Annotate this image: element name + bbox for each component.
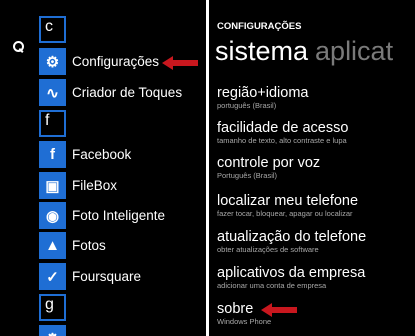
settings-item-aplicativos-da-empresa[interactable]: aplicativos da empresa adicionar uma con… — [217, 265, 413, 291]
letter-g: g — [45, 296, 54, 313]
page-header: CONFIGURAÇÕES — [217, 21, 302, 32]
filebox-app-icon[interactable]: ▣ — [39, 172, 66, 199]
settings-item-subtitle: Windows Phone — [217, 317, 272, 326]
pivot-header: sistema aplicat — [215, 36, 393, 67]
app-label-filebox[interactable]: FileBox — [72, 178, 117, 193]
ringtone-maker-app-icon[interactable]: ∿ — [39, 79, 66, 106]
settings-item-atualizacao-do-telefone[interactable]: atualização do telefone obter atualizaçõ… — [217, 229, 413, 255]
pivot-tab-aplicativos[interactable]: aplicat — [315, 36, 393, 66]
sound-wave-icon: ∿ — [46, 84, 59, 102]
settings-app-icon[interactable]: ⚙ — [39, 48, 66, 75]
settings-item-subtitle: português (Brasil) — [217, 101, 277, 110]
settings-item-facilidade-de-acesso[interactable]: facilidade de acesso tamanho de texto, a… — [217, 120, 413, 146]
app-label-facebook[interactable]: Facebook — [72, 147, 131, 162]
search-icon[interactable] — [13, 41, 24, 52]
red-arrow-icon — [162, 56, 198, 70]
settings-item-subtitle: obter atualizações de software — [217, 245, 319, 254]
letter-f: f — [45, 112, 50, 129]
app-label-foursquare[interactable]: Foursquare — [72, 269, 141, 284]
settings-item-title: sobre — [217, 301, 254, 317]
red-arrow-icon — [261, 303, 297, 317]
photos-icon: ▲ — [45, 237, 60, 254]
settings-item-title: região+idioma — [217, 85, 309, 101]
smart-photo-app-icon[interactable]: ◉ — [39, 202, 66, 229]
settings-item-title: aplicativos da empresa — [217, 265, 366, 281]
settings-item-title: facilidade de acesso — [217, 120, 349, 136]
settings-item-title: controle por voz — [217, 155, 321, 171]
facebook-app-icon[interactable]: f — [39, 141, 66, 168]
letter-c: c — [45, 18, 53, 35]
app-label-foto-inteligente[interactable]: Foto Inteligente — [72, 208, 165, 223]
gear-icon: ⚙ — [39, 325, 66, 336]
pivot-tab-sistema[interactable]: sistema — [215, 36, 308, 66]
gear-icon: ⚙ — [45, 53, 60, 71]
partial-app-icon[interactable]: ⚙ — [39, 325, 66, 336]
settings-item-subtitle: Português (Brasil) — [217, 171, 278, 180]
settings-item-subtitle: tamanho de texto, alto contraste e lupa — [217, 136, 347, 145]
letter-tile-g[interactable]: g — [39, 294, 66, 321]
settings-item-localizar-meu-telefone[interactable]: localizar meu telefone fazer tocar, bloq… — [217, 193, 413, 219]
settings-item-subtitle: fazer tocar, bloquear, apagar ou localiz… — [217, 209, 353, 218]
app-list-panel: c ⚙ Configurações ∿ Criador de Toques f … — [0, 0, 206, 336]
letter-tile-c[interactable]: c — [39, 16, 66, 43]
filebox-icon: ▣ — [45, 177, 60, 195]
settings-item-title: atualização do telefone — [217, 229, 367, 245]
foursquare-icon: ✓ — [46, 268, 59, 286]
settings-panel: CONFIGURAÇÕES sistema aplicat região+idio… — [209, 0, 415, 336]
app-label-configuracoes[interactable]: Configurações — [72, 54, 159, 69]
settings-item-title: localizar meu telefone — [217, 193, 359, 209]
settings-item-controle-por-voz[interactable]: controle por voz Português (Brasil) — [217, 155, 413, 181]
settings-item-sobre[interactable]: sobre Windows Phone — [217, 301, 413, 327]
facebook-icon: f — [50, 146, 55, 163]
app-label-criador-de-toques[interactable]: Criador de Toques — [72, 85, 182, 100]
app-label-fotos[interactable]: Fotos — [72, 238, 106, 253]
settings-item-regiao-idioma[interactable]: região+idioma português (Brasil) — [217, 85, 413, 111]
foursquare-app-icon[interactable]: ✓ — [39, 263, 66, 290]
letter-tile-f[interactable]: f — [39, 110, 66, 137]
settings-item-subtitle: adicionar uma conta de empresa — [217, 281, 327, 290]
photos-app-icon[interactable]: ▲ — [39, 232, 66, 259]
camera-icon: ◉ — [45, 207, 60, 225]
